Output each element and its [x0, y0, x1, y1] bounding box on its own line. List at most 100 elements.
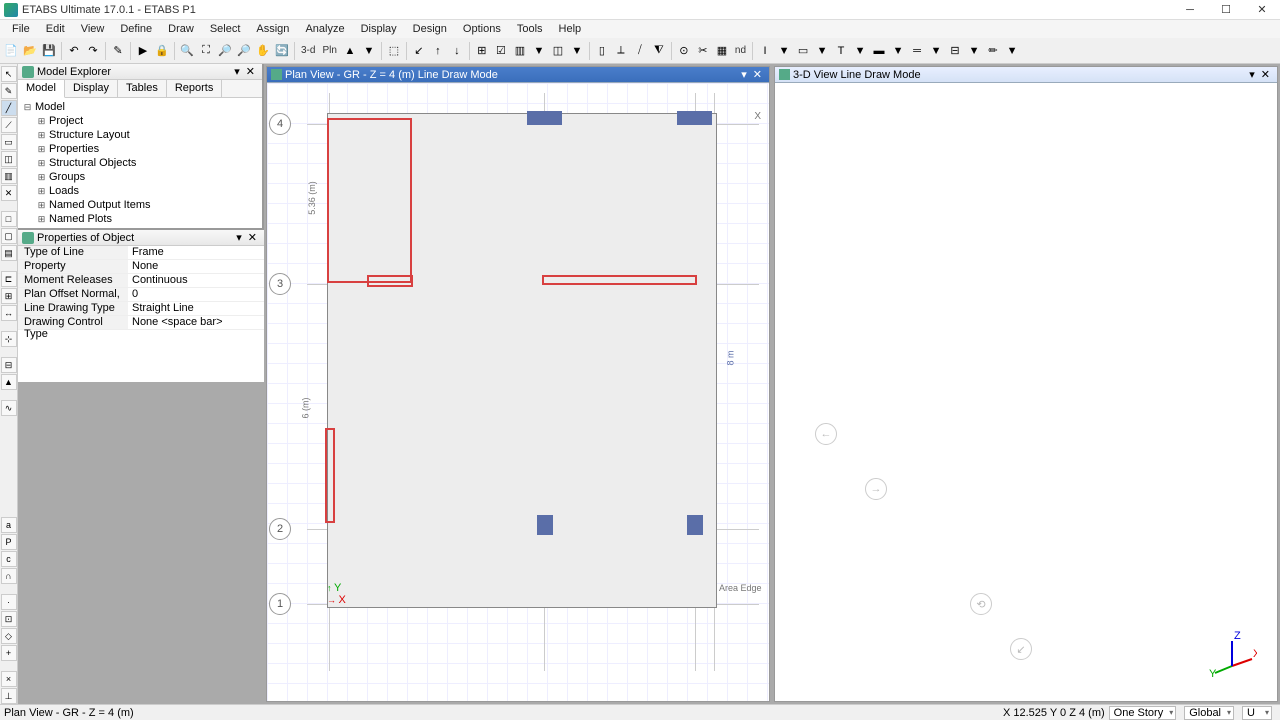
fill-icon[interactable]: ▦	[713, 42, 731, 60]
view-plan-label[interactable]: Pln	[319, 45, 339, 56]
box-tool-icon[interactable]: ▢	[1, 228, 17, 244]
plan-canvas[interactable]: 4 3 2 1	[267, 83, 769, 701]
snap6-icon[interactable]: ⊥	[1, 688, 17, 704]
prev-sel-icon[interactable]: P	[1, 534, 17, 550]
grid2-icon[interactable]: ⊟	[946, 42, 964, 60]
nav-reset-icon[interactable]: ⟲	[970, 593, 992, 615]
menu-design[interactable]: Design	[405, 21, 455, 37]
all-icon[interactable]: a	[1, 517, 17, 533]
intersect-icon[interactable]: ∩	[1, 568, 17, 584]
menu-options[interactable]: Options	[455, 21, 509, 37]
redo-icon[interactable]: ↷	[84, 42, 102, 60]
tree-root[interactable]: ⊟ Model	[22, 100, 258, 114]
pan-icon[interactable]: ✋	[254, 42, 272, 60]
nav-right-icon[interactable]: →	[865, 478, 887, 500]
expand-icon[interactable]: ⊞	[36, 214, 47, 225]
beam-icon[interactable]: ⟂	[612, 42, 630, 60]
3d-title-bar[interactable]: 3-D View Line Draw Mode ▾ ✕	[775, 67, 1277, 83]
run-icon[interactable]: ▶	[134, 42, 152, 60]
menu-define[interactable]: Define	[112, 21, 160, 37]
explorer-dropdown-icon[interactable]: ▾	[231, 65, 243, 78]
shrink-icon[interactable]: ↙	[410, 42, 428, 60]
arrow-up-icon[interactable]: ↑	[429, 42, 447, 60]
expand-icon[interactable]: ⊞	[36, 144, 47, 155]
section-tool-icon[interactable]: ⊏	[1, 271, 17, 287]
expand-icon[interactable]: ⊞	[36, 172, 47, 183]
column-icon[interactable]: ▯	[593, 42, 611, 60]
line-tool-icon[interactable]: ╱	[1, 100, 17, 116]
menu-analyze[interactable]: Analyze	[297, 21, 352, 37]
dim-tool-icon[interactable]: ↔	[1, 305, 17, 321]
wide-icon[interactable]: ▬	[870, 42, 888, 60]
reshape-tool-icon[interactable]: ✎	[1, 83, 17, 99]
quick-rect-tool-icon[interactable]: ◫	[1, 151, 17, 167]
dropdown3-icon[interactable]: ▼	[775, 42, 793, 60]
expand-icon[interactable]: ⊞	[36, 116, 47, 127]
tree-properties[interactable]: ⊞Properties	[22, 142, 258, 156]
prop-row[interactable]: Plan Offset Normal, mm0	[18, 288, 264, 302]
maximize-button[interactable]: ☐	[1212, 1, 1240, 19]
nd-label[interactable]: nd	[732, 45, 749, 56]
tee-icon[interactable]: T	[832, 42, 850, 60]
plan-viewport[interactable]: Plan View - GR - Z = 4 (m) Line Draw Mod…	[266, 66, 770, 702]
undo-icon[interactable]: ↶	[65, 42, 83, 60]
zoom-out-icon[interactable]: 🔎	[235, 42, 253, 60]
3d-viewport[interactable]: 3-D View Line Draw Mode ▾ ✕	[774, 66, 1278, 702]
lock-icon[interactable]: 🔒	[153, 42, 171, 60]
3d-dropdown-icon[interactable]: ▾	[1246, 68, 1258, 81]
nav-down-icon[interactable]: ↙	[1010, 638, 1032, 660]
prop-row[interactable]: PropertyNone	[18, 260, 264, 274]
pencil-icon[interactable]: ✎	[109, 42, 127, 60]
menu-help[interactable]: Help	[551, 21, 590, 37]
dropdown9-icon[interactable]: ▼	[1003, 42, 1021, 60]
snap2-icon[interactable]: ⊡	[1, 611, 17, 627]
dropdown1-icon[interactable]: ▼	[530, 42, 548, 60]
new-icon[interactable]: 📄	[2, 42, 20, 60]
story-combo[interactable]: One Story	[1109, 706, 1177, 720]
pointer-tool-icon[interactable]: ↖	[1, 66, 17, 82]
layers-icon[interactable]: ▥	[511, 42, 529, 60]
explorer-title-bar[interactable]: Model Explorer ▾ ✕	[18, 64, 262, 80]
prop-row[interactable]: Type of LineFrame	[18, 246, 264, 260]
menu-file[interactable]: File	[4, 21, 38, 37]
coord-system-combo[interactable]: Global	[1184, 706, 1234, 720]
dropdown2-icon[interactable]: ▼	[568, 42, 586, 60]
snap4-icon[interactable]: +	[1, 645, 17, 661]
elev-up-icon[interactable]: ▲	[341, 42, 359, 60]
open-icon[interactable]: 📂	[21, 42, 39, 60]
rotate-icon[interactable]: 🔄	[273, 42, 291, 60]
brace-icon[interactable]: ⧸	[631, 42, 649, 60]
quick-line-tool-icon[interactable]: ⟋	[1, 117, 17, 133]
truss-icon[interactable]: ⧨	[650, 42, 668, 60]
menu-assign[interactable]: Assign	[248, 21, 297, 37]
explorer-close-icon[interactable]: ✕	[243, 65, 258, 78]
expand-icon[interactable]: ⊞	[36, 130, 47, 141]
tab-display[interactable]: Display	[65, 80, 118, 97]
units-combo[interactable]: U	[1242, 706, 1272, 720]
dropdown6-icon[interactable]: ▼	[889, 42, 907, 60]
wave-icon[interactable]: ∿	[1, 400, 17, 416]
menu-tools[interactable]: Tools	[509, 21, 551, 37]
menu-draw[interactable]: Draw	[160, 21, 202, 37]
zoom-in-icon[interactable]: 🔎	[216, 42, 234, 60]
tab-model[interactable]: Model	[18, 80, 65, 98]
save-icon[interactable]: 💾	[40, 42, 58, 60]
expand-icon[interactable]: ⊞	[36, 200, 47, 211]
i-section-icon[interactable]: I	[756, 42, 774, 60]
dropdown5-icon[interactable]: ▼	[851, 42, 869, 60]
properties-close-icon[interactable]: ✕	[245, 231, 260, 244]
3d-close-icon[interactable]: ✕	[1258, 68, 1273, 81]
prop-row[interactable]: Drawing Control TypeNone <space bar>	[18, 316, 264, 330]
zoom-extents-icon[interactable]: ⛶	[197, 42, 215, 60]
menu-display[interactable]: Display	[353, 21, 405, 37]
pen-icon[interactable]: ✏	[984, 42, 1002, 60]
prop-row[interactable]: Line Drawing TypeStraight Line	[18, 302, 264, 316]
menu-edit[interactable]: Edit	[38, 21, 73, 37]
dropdown8-icon[interactable]: ▼	[965, 42, 983, 60]
arrow-down-icon[interactable]: ↓	[448, 42, 466, 60]
expand-icon[interactable]: ⊞	[36, 158, 47, 169]
prop-row[interactable]: Moment ReleasesContinuous	[18, 274, 264, 288]
joint-icon[interactable]: ⊙	[675, 42, 693, 60]
view-3d-label[interactable]: 3-d	[298, 45, 318, 56]
tab-reports[interactable]: Reports	[167, 80, 223, 97]
